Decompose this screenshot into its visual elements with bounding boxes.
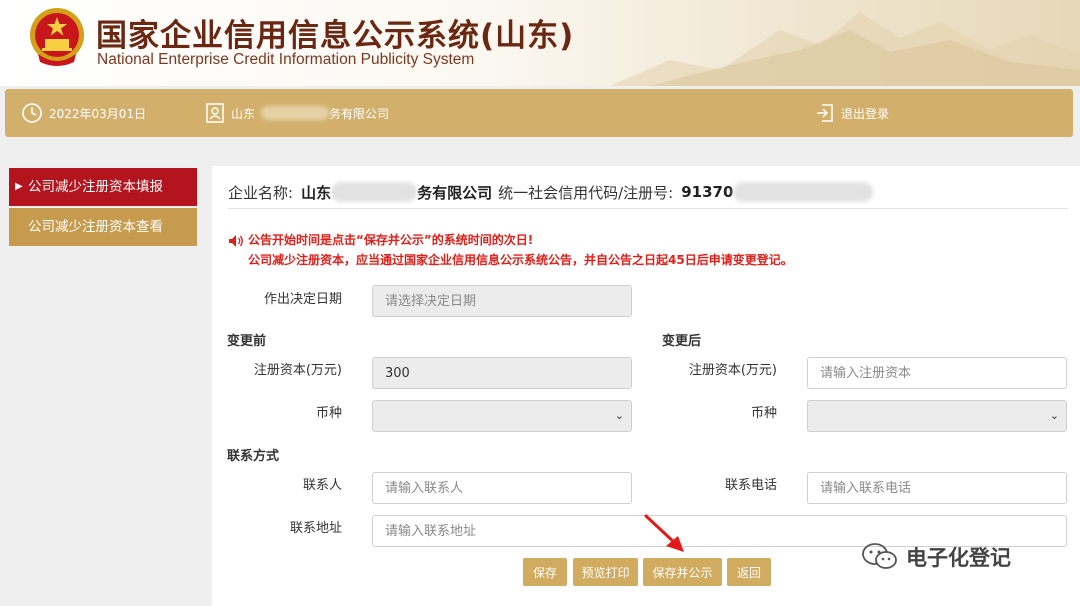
contact-person-input[interactable] (372, 472, 632, 504)
save-publish-button[interactable]: 保存并公示 (643, 558, 722, 586)
currency-before-select-wrap: ⌄ (372, 400, 632, 432)
company-name-prefix: 山东 (301, 183, 332, 202)
site-title-en: National Enterprise Credit Information P… (97, 51, 475, 68)
date-display: 2022年03月01日 (21, 102, 146, 124)
decision-date-label: 作出决定日期 (263, 292, 342, 307)
contact-phone-input[interactable] (807, 472, 1067, 504)
sidebar-item-capital-reduction-fill[interactable]: ▶ 公司减少注册资本填报 (9, 168, 197, 206)
sidebar-item-label: 公司减少注册资本查看 (28, 219, 163, 235)
notice-line-2: 公司减少注册资本，应当通过国家企业信用信息公示系统公告，并自公告之日起45日后申… (248, 253, 793, 267)
capital-after-input[interactable] (807, 357, 1067, 389)
current-date: 2022年03月01日 (49, 106, 147, 121)
back-button[interactable]: 返回 (727, 558, 771, 586)
wechat-watermark: 电子化登记 (860, 540, 1011, 574)
company-name-prefix: 山东 (231, 106, 256, 121)
sidebar: ▶ 公司减少注册资本填报 公司减少注册资本查看 (9, 168, 197, 248)
currency-before-label: 币种 (315, 406, 342, 421)
contact-address-label: 联系地址 (289, 521, 342, 536)
contact-person-label: 联系人 (302, 478, 342, 493)
company-info-line: 企业名称: 山东 务有限公司 统一社会信用代码/注册号: 91370 (228, 178, 1068, 206)
red-arrow-annotation-icon (644, 514, 684, 552)
speaker-icon (229, 234, 243, 247)
contact-phone-label: 联系电话 (724, 478, 777, 493)
national-emblem-icon (30, 8, 84, 66)
sidebar-item-label: 公司减少注册资本填报 (28, 179, 163, 195)
site-title-cn: 国家企业信用信息公示系统(山东) (96, 18, 575, 54)
logout-button[interactable]: 退出登录 (815, 102, 889, 124)
notice-line-1: 公告开始时间是点击“保存并公示”的系统时间的次日! (248, 233, 534, 247)
capital-before-field (372, 357, 632, 389)
credit-code-label: 统一社会信用代码/注册号: (498, 183, 674, 202)
currency-after-select[interactable] (807, 400, 1067, 432)
company-name-suffix: 务有限公司 (417, 183, 493, 202)
company-display: 山东 务有限公司 (205, 102, 389, 124)
triangle-right-icon: ▶ (15, 181, 23, 192)
capital-before-label: 注册资本(万元) (253, 363, 342, 378)
currency-before-select[interactable] (372, 400, 632, 432)
company-label: 企业名称: (228, 183, 294, 202)
company-name-suffix: 务有限公司 (329, 106, 390, 121)
logout-label: 退出登录 (841, 106, 890, 121)
before-change-title: 变更前 (227, 334, 267, 349)
after-change-title: 变更后 (662, 334, 702, 349)
currency-after-label: 币种 (750, 406, 777, 421)
save-button[interactable]: 保存 (523, 558, 567, 586)
decision-date-input[interactable] (372, 285, 632, 317)
notice-block: 公告开始时间是点击“保存并公示”的系统时间的次日! 公司减少注册资本，应当通过国… (228, 230, 793, 270)
redacted-blur (733, 182, 874, 202)
site-header: 国家企业信用信息公示系统(山东) National Enterprise Cre… (0, 0, 1080, 86)
preview-print-button[interactable]: 预览打印 (573, 558, 638, 586)
user-card-icon (206, 103, 224, 123)
wechat-icon (862, 543, 897, 569)
redacted-blur (261, 106, 330, 120)
user-info-bar: 2022年03月01日 山东 务有限公司 退出登录 (5, 89, 1073, 137)
watermark-text: 电子化登记 (906, 546, 1011, 570)
clock-icon (22, 103, 42, 123)
divider (228, 208, 1068, 209)
sidebar-item-capital-reduction-view[interactable]: 公司减少注册资本查看 (9, 208, 197, 246)
mountain-background-image (610, 12, 1080, 86)
contact-section-title: 联系方式 (227, 449, 280, 464)
logout-icon (817, 104, 833, 122)
currency-after-select-wrap: ⌄ (807, 400, 1067, 432)
credit-code-prefix: 91370 (681, 183, 734, 201)
redacted-blur (331, 182, 418, 202)
capital-after-label: 注册资本(万元) (688, 363, 777, 378)
